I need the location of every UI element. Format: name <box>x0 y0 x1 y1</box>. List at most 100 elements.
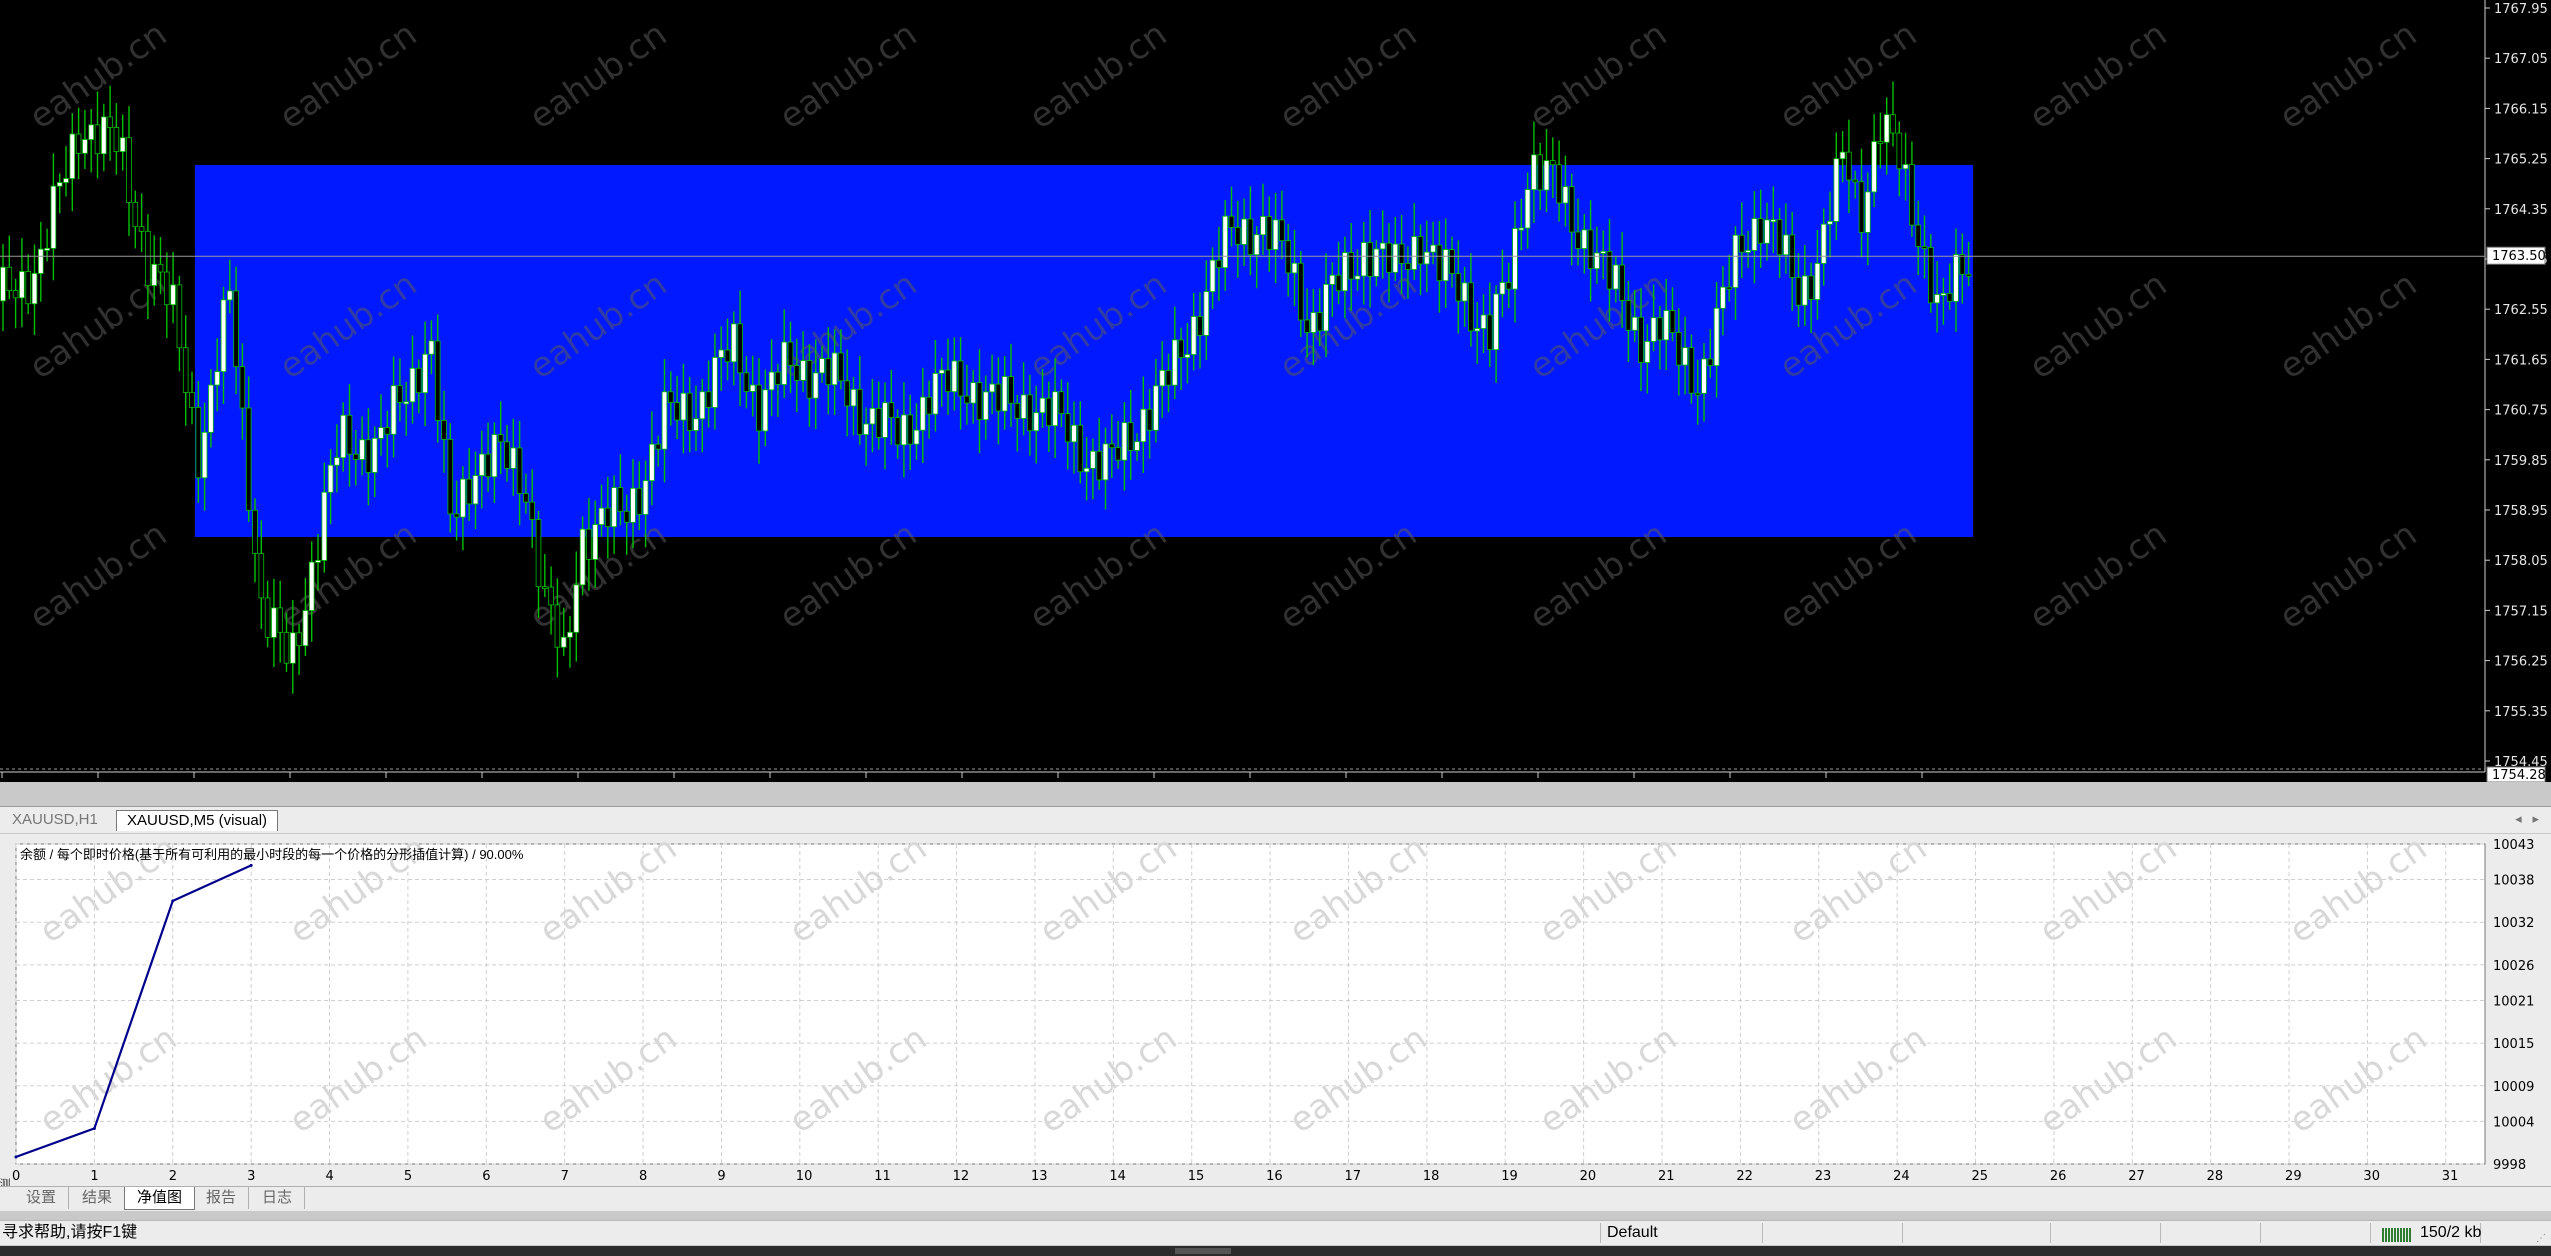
candle-body <box>1669 310 1676 333</box>
tab-equity-graph[interactable]: 净值图 <box>124 1187 196 1210</box>
candle-body <box>680 392 687 421</box>
candle-body <box>1260 216 1266 236</box>
candle-body <box>1430 244 1436 253</box>
candle-body <box>976 382 983 421</box>
status-divider <box>2260 1223 2261 1243</box>
candle-body <box>56 182 63 187</box>
scroll-left-icon[interactable]: ◂ <box>2515 811 2522 826</box>
candle-body <box>1871 141 1877 193</box>
candle-body <box>271 607 277 638</box>
candle-body <box>806 360 813 399</box>
candle-body <box>1392 243 1399 273</box>
candle-body <box>781 341 787 385</box>
candle-body <box>1631 316 1638 331</box>
candle-body <box>869 407 876 425</box>
tab-xauusd-m5-visual[interactable]: XAUUSD,M5 (visual) <box>116 810 279 831</box>
candle-body <box>844 380 850 407</box>
tab-results[interactable]: 结果 <box>70 1187 126 1209</box>
candle-body <box>1027 394 1033 432</box>
candle-body <box>384 427 391 435</box>
candle-body <box>775 371 781 385</box>
candle-body <box>1890 114 1896 134</box>
candle-body <box>352 453 359 460</box>
candlestick-chart[interactable]: 1767.95 1767.05 1766.15 1765.25 1764.35 1763.… <box>0 0 2551 782</box>
candle-body <box>245 407 252 511</box>
grip-handle[interactable] <box>1175 1248 1231 1254</box>
candle-body <box>1839 151 1846 160</box>
candle-body <box>1739 234 1745 253</box>
equity-point <box>171 899 175 903</box>
watermark-text: eahub.cn <box>2272 514 2424 637</box>
candle-body <box>1707 358 1714 366</box>
candle-body <box>25 271 31 305</box>
candle-body <box>1883 114 1890 143</box>
candle-body <box>1480 314 1487 329</box>
equity-x-label: 26 <box>2050 1169 2067 1184</box>
watermark-text: eahub.cn <box>1022 14 1174 137</box>
equity-y-label: 9998 <box>2493 1158 2526 1173</box>
candle-body <box>1304 319 1310 333</box>
candle-body <box>888 402 895 419</box>
tab-journal[interactable]: 日志 <box>250 1187 306 1209</box>
status-divider <box>1762 1223 1763 1243</box>
candle-body <box>1367 242 1373 277</box>
tab-xauusd-h1[interactable]: XAUUSD,H1 <box>2 810 108 830</box>
taskbar-strip <box>0 1246 2551 1256</box>
equity-x-label: 12 <box>953 1169 970 1184</box>
candle-body <box>857 388 863 435</box>
candle-body <box>308 561 315 611</box>
watermark-text: eahub.cn <box>1522 14 1674 137</box>
candle-body <box>101 116 107 155</box>
candle-body <box>107 116 113 128</box>
candle-body <box>863 423 869 435</box>
equity-x-label: 24 <box>1893 1169 1910 1184</box>
price-chart-canvas[interactable]: 1767.95 1767.05 1766.15 1765.25 1764.35 1763.… <box>0 0 2551 782</box>
candle-body <box>1468 282 1474 332</box>
tab-report[interactable]: 报告 <box>194 1187 250 1209</box>
candle-body <box>1096 450 1103 481</box>
candle-body <box>258 553 265 599</box>
tab-scroll-arrows[interactable]: ◂ ▸ <box>2515 811 2539 827</box>
equity-y-label: 10043 <box>2493 838 2534 853</box>
candle-body <box>1291 262 1298 274</box>
watermark-text: eahub.cn <box>272 14 424 137</box>
candle-body <box>668 391 674 403</box>
candle-body <box>1379 242 1386 250</box>
candle-body <box>743 372 750 392</box>
equity-y-label: 10015 <box>2493 1037 2534 1052</box>
candle-body <box>1820 223 1827 264</box>
candle-body <box>598 507 605 525</box>
tab-settings[interactable]: 设置 <box>14 1187 70 1209</box>
candle-body <box>951 360 958 393</box>
candle-body <box>611 487 617 528</box>
candle-body <box>970 382 976 404</box>
candle-body <box>1241 218 1247 245</box>
equity-x-label: 10 <box>796 1169 813 1184</box>
candle-body <box>516 447 523 494</box>
candle-body <box>1512 228 1518 290</box>
candle-body <box>1411 236 1418 270</box>
candle-body <box>749 384 756 392</box>
candle-body <box>1783 234 1789 256</box>
candle-body <box>989 383 995 393</box>
candle-body <box>1008 376 1014 404</box>
candle-body <box>995 383 1002 412</box>
candle-body <box>1657 317 1663 341</box>
price-tick-label: 1758.95 <box>2494 504 2548 519</box>
candle-body <box>756 384 762 432</box>
candle-body <box>529 501 535 520</box>
candle-body <box>1020 394 1027 419</box>
candle-body <box>1965 273 1972 277</box>
candle-body <box>1713 307 1720 366</box>
status-divider <box>1902 1223 1903 1243</box>
candle-body <box>787 341 794 366</box>
candle-body <box>1499 282 1506 295</box>
candle-body <box>334 457 340 466</box>
candle-body <box>1172 339 1178 386</box>
equity-y-label: 10032 <box>2493 916 2534 931</box>
candle-body <box>1833 158 1840 222</box>
candle-body <box>592 524 598 560</box>
candle-body <box>800 360 806 381</box>
scroll-right-icon[interactable]: ▸ <box>2532 811 2539 826</box>
candle-body <box>1310 312 1317 333</box>
